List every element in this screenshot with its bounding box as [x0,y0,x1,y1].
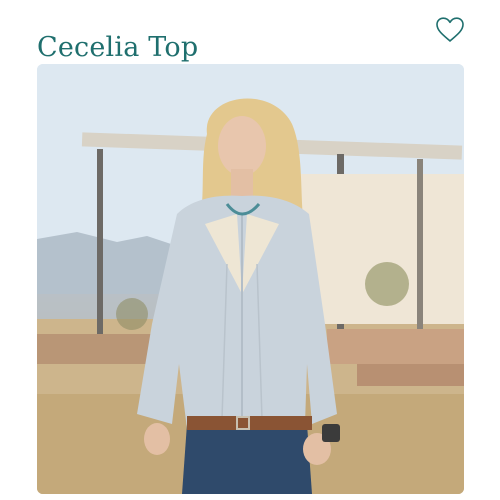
product-image[interactable] [37,64,464,494]
favorite-button[interactable] [432,12,468,48]
heart-outline-icon [436,17,464,42]
product-title: Cecelia Top [37,32,199,64]
